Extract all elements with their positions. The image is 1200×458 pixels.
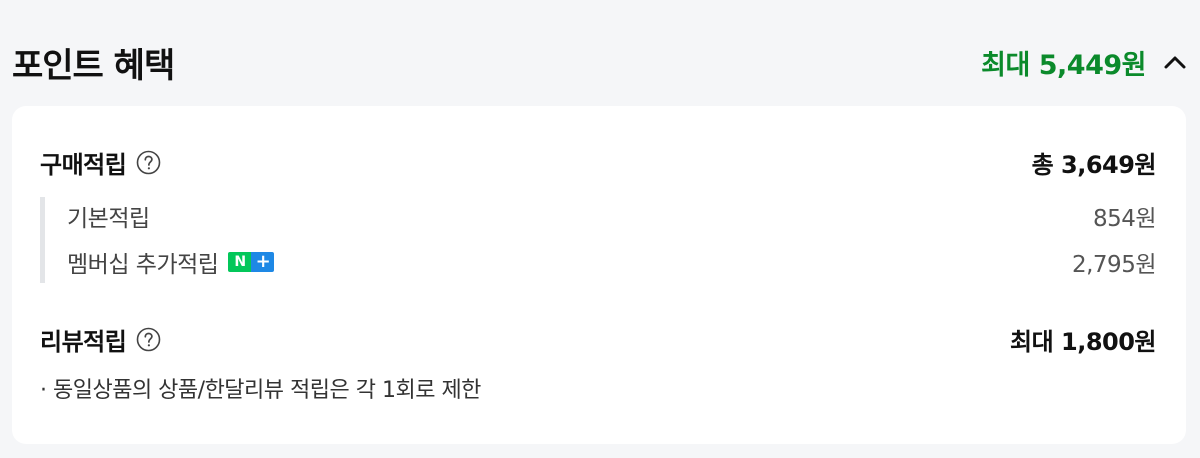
review-points-label-group: 리뷰적립 [40,322,161,357]
max-total-points: 최대 5,449원 [981,49,1146,81]
membership-points-label: 멤버십 추가적립 [67,252,219,278]
purchase-points-row: 구매적립 총 3,649원 [40,142,1157,182]
badge-n: N [228,252,252,272]
basic-points-value: 854원 [1092,206,1157,232]
purchase-points-label: 구매적립 [40,150,127,179]
membership-points-label-group: 멤버십 추가적립 N + [67,245,275,279]
review-points-note: · 동일상품의 상품/한달리뷰 적립은 각 1회로 제한 [40,378,481,403]
purchase-points-total: 총 3,649원 [1031,150,1157,179]
badge-plus: + [251,252,275,272]
basic-points-row: 기본적립 854원 [67,199,1157,233]
membership-points-row: 멤버십 추가적립 N + 2,795원 [67,245,1157,279]
purchase-points-breakdown: 기본적립 854원 멤버십 추가적립 N + 2,795원 [40,197,1157,283]
basic-points-label: 기본적립 [67,206,150,232]
review-points-row: 리뷰적립 최대 1,800원 [40,319,1157,359]
benefit-card: 구매적립 총 3,649원 기본적립 854원 멤버십 추가적립 N + 2,7… [12,106,1186,444]
chevron-up-icon[interactable] [1162,49,1188,75]
page-title: 포인트 혜택 [12,45,175,86]
membership-points-value: 2,795원 [1071,252,1157,278]
review-points-label: 리뷰적립 [40,327,127,356]
help-icon[interactable] [136,327,161,352]
review-points-max: 최대 1,800원 [1009,327,1157,356]
help-icon[interactable] [136,150,161,175]
purchase-points-label-group: 구매적립 [40,145,161,180]
naver-plus-badge-icon: N + [228,252,275,272]
point-benefit-header: 포인트 혜택 최대 5,449원 [12,34,1188,90]
benefit-toggle[interactable]: 최대 5,449원 [981,43,1188,82]
